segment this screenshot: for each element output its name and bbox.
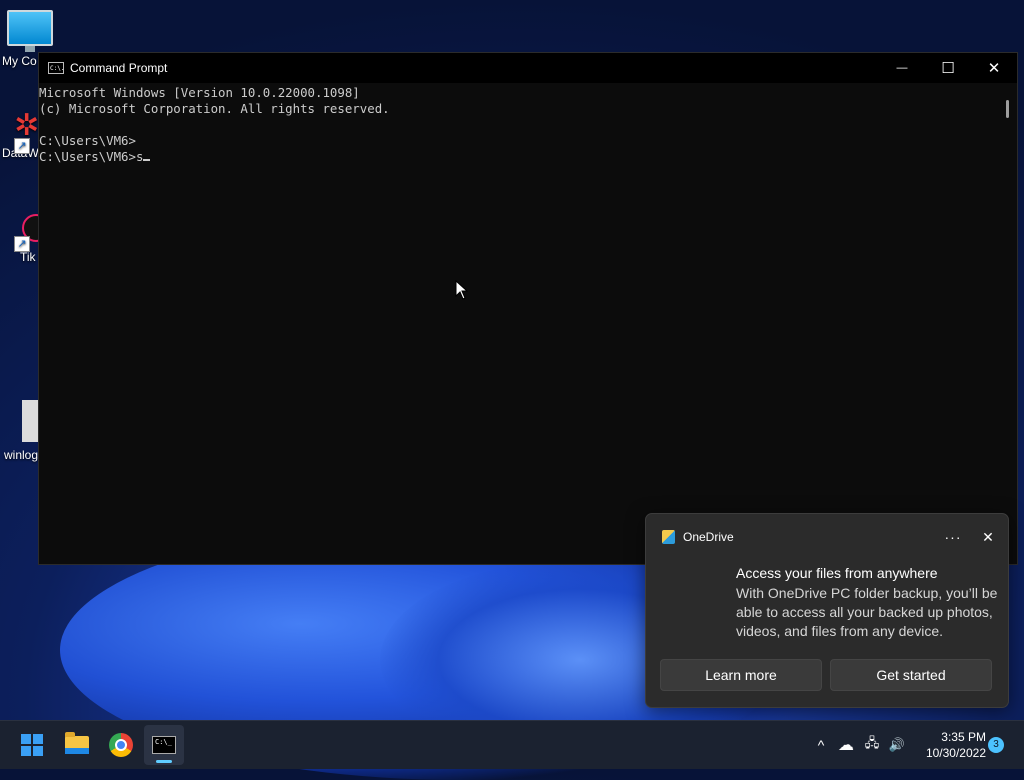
taskbar: C:\_ ^ ☁ 🖧 🔊 3:35 PM 10/30/2022 3: [0, 720, 1024, 769]
more-options-button[interactable]: ···: [938, 529, 968, 545]
notification-title: Access your files from anywhere: [736, 565, 938, 581]
monitor-icon: [7, 10, 53, 52]
windows-logo-icon: [21, 734, 43, 756]
minimize-button[interactable]: —: [879, 53, 925, 83]
start-button[interactable]: [12, 725, 52, 765]
command-prompt-taskbar-button[interactable]: C:\_: [144, 725, 184, 765]
onedrive-notification[interactable]: OneDrive ··· ✕ Access your files from an…: [645, 513, 1009, 708]
notification-count-badge[interactable]: 3: [988, 737, 1004, 753]
console-line: C:\Users\VM6>: [39, 133, 136, 148]
cmd-icon: C:\_: [152, 736, 176, 754]
network-icon[interactable]: 🖧: [862, 721, 882, 769]
notification-app-name: OneDrive: [683, 530, 734, 544]
notification-body: With OneDrive PC folder backup, you’ll b…: [736, 585, 998, 639]
learn-more-button[interactable]: Learn more: [660, 659, 822, 691]
file-explorer-button[interactable]: [57, 725, 97, 765]
scrollbar-thumb[interactable]: [1006, 100, 1009, 118]
console-output[interactable]: Microsoft Windows [Version 10.0.22000.10…: [39, 84, 999, 564]
console-current-input: C:\Users\VM6>s: [39, 149, 144, 164]
clock[interactable]: 3:35 PM 10/30/2022: [914, 729, 986, 761]
notification-header: OneDrive ··· ✕: [662, 528, 998, 546]
command-prompt-window[interactable]: C:\. Command Prompt — ☐ ✕ Microsoft Wind…: [38, 52, 1018, 565]
get-started-button[interactable]: Get started: [830, 659, 992, 691]
clock-time: 3:35 PM: [941, 730, 986, 744]
window-title: Command Prompt: [70, 61, 168, 75]
onedrive-cloud-icon[interactable]: ☁: [835, 721, 857, 769]
maximize-button[interactable]: ☐: [925, 53, 971, 83]
shortcut-arrow-icon: ↗: [14, 236, 30, 252]
cmd-app-icon: C:\.: [48, 62, 64, 74]
console-line: (c) Microsoft Corporation. All rights re…: [39, 101, 390, 116]
chrome-icon: [109, 733, 133, 757]
mouse-pointer-icon: [455, 280, 469, 300]
clock-date: 10/30/2022: [925, 746, 986, 760]
folder-icon: [65, 732, 89, 754]
text-cursor: [143, 159, 151, 161]
onedrive-icon: [662, 530, 675, 544]
console-input-line[interactable]: C:\Users\VM6>s: [39, 149, 999, 165]
volume-icon[interactable]: 🔊: [886, 721, 908, 769]
active-indicator: [156, 760, 172, 763]
shortcut-arrow-icon: ↗: [14, 138, 30, 154]
console-line: Microsoft Windows [Version 10.0.22000.10…: [39, 85, 360, 100]
close-button[interactable]: ✕: [971, 53, 1017, 83]
show-hidden-icons-button[interactable]: ^: [812, 721, 830, 769]
title-bar[interactable]: C:\. Command Prompt — ☐ ✕: [39, 53, 1017, 83]
chrome-button[interactable]: [101, 725, 141, 765]
vertical-scrollbar[interactable]: [999, 84, 1017, 564]
close-notification-button[interactable]: ✕: [978, 529, 998, 546]
